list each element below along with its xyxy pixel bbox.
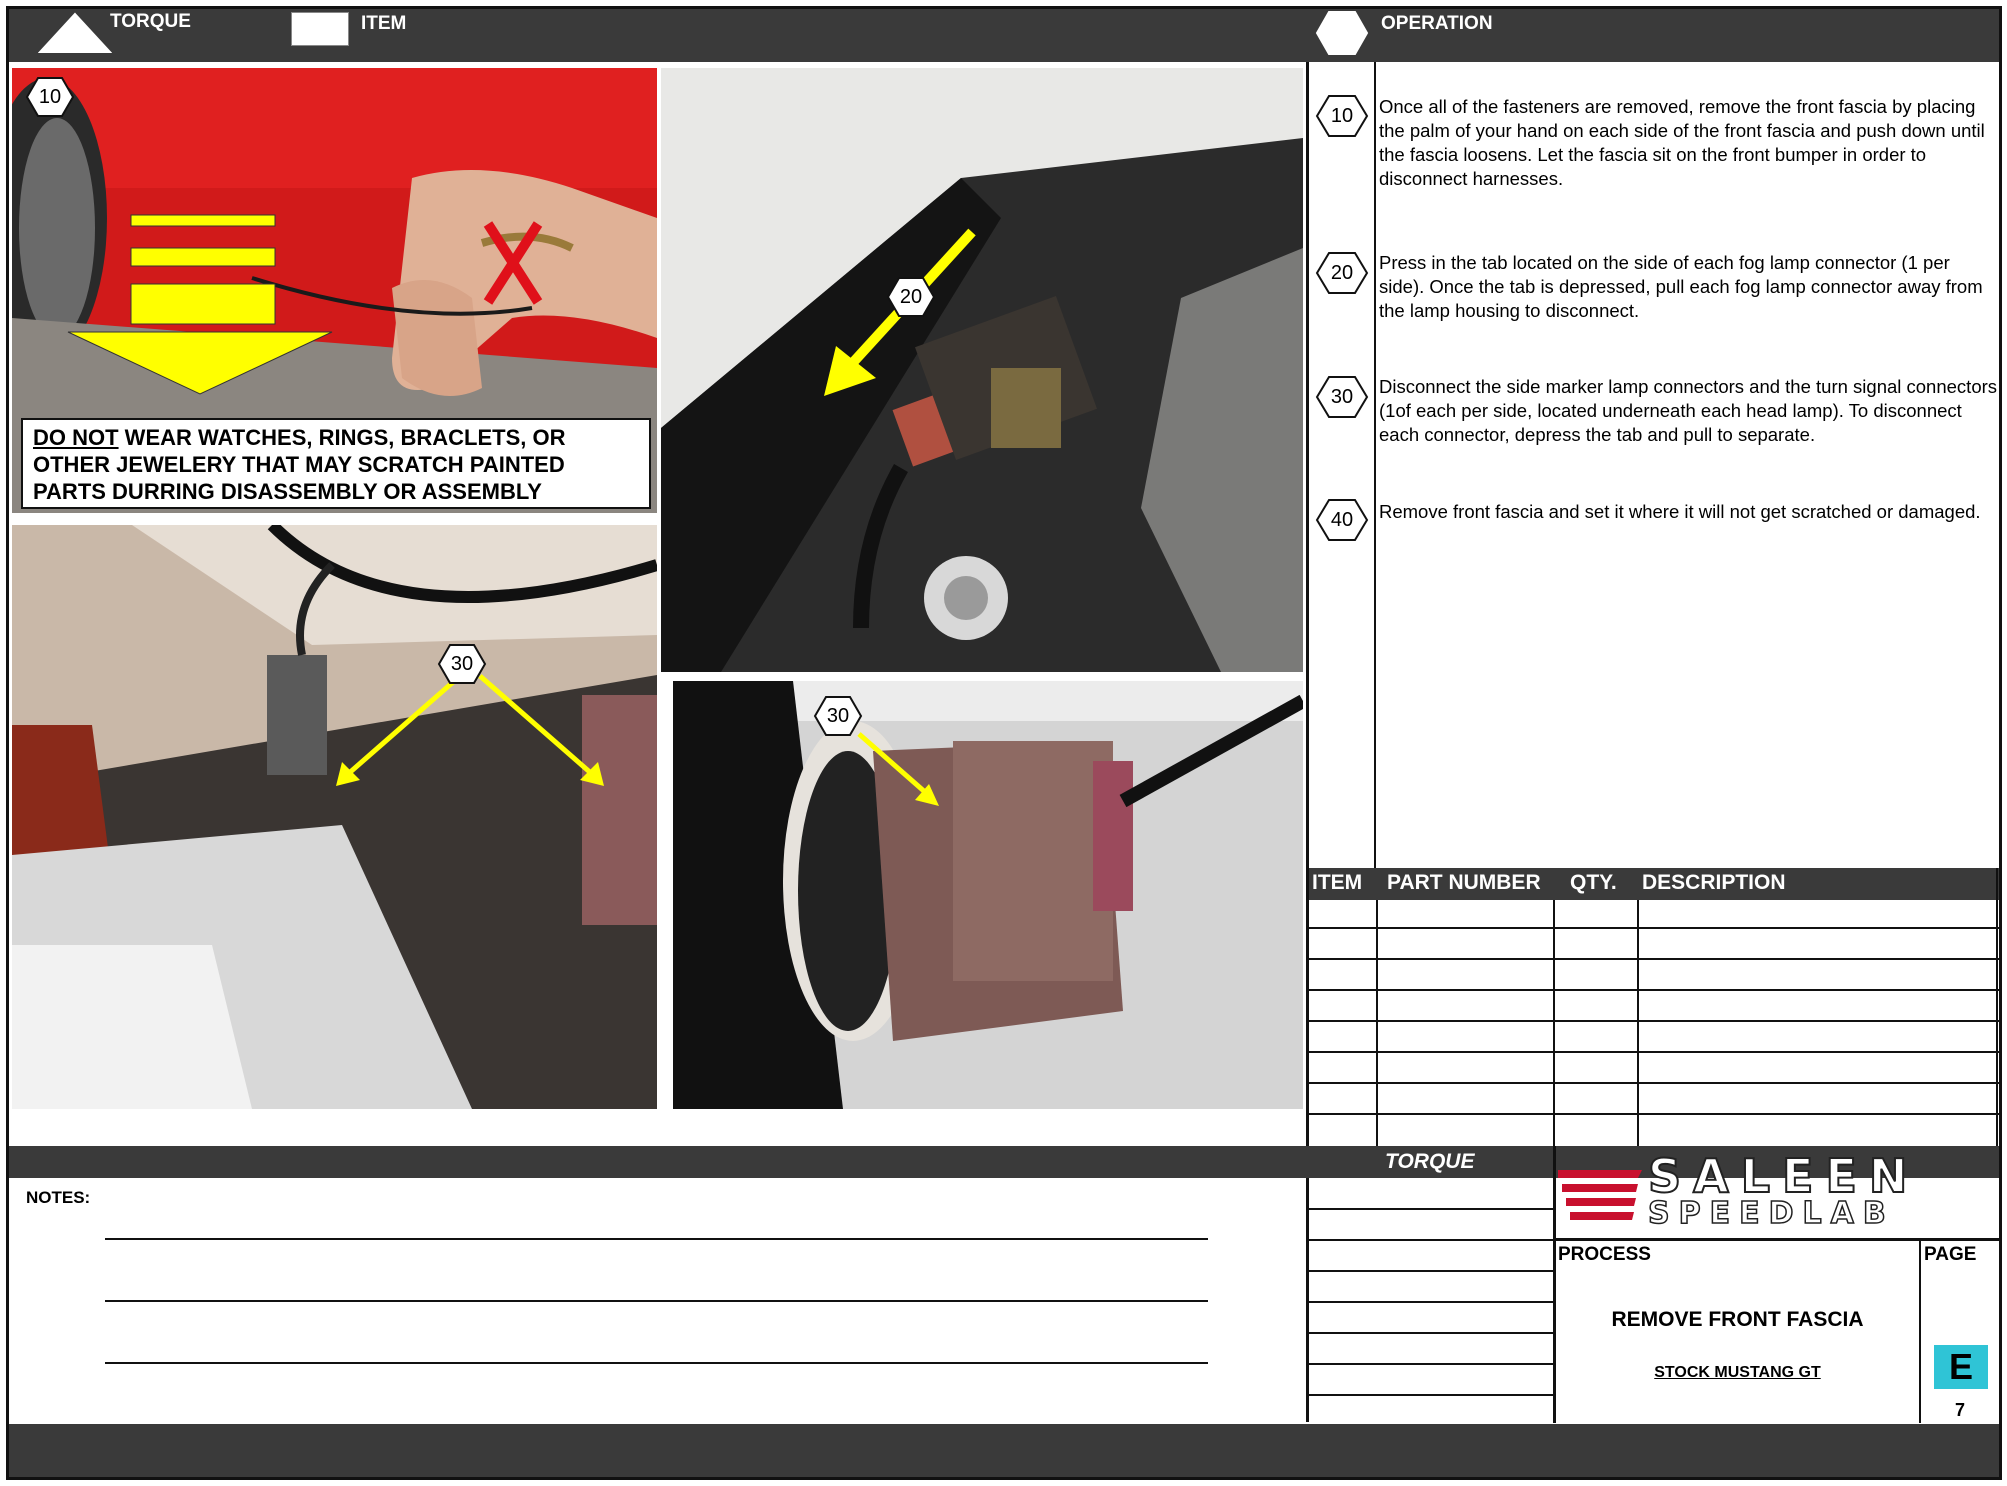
photo-fog-lamp-connector	[661, 68, 1303, 672]
page-label: PAGE	[1924, 1244, 1977, 1265]
brand-line2: SPEEDLAB	[1647, 1196, 1895, 1231]
photo1-callout-badge: 10	[25, 76, 75, 118]
photo-side-marker-connectors	[12, 525, 657, 1109]
header-torque-label: TORQUE	[110, 11, 191, 32]
photo4-callout-number: 30	[826, 704, 850, 727]
page-divider	[1919, 1238, 1921, 1423]
operation-10-number: 10	[1330, 104, 1354, 127]
process-subtitle: STOCK MUSTANG GT	[1654, 1364, 1821, 1381]
operation-hexagon-icon	[1315, 11, 1369, 55]
parts-col-description: DESCRIPTION	[1642, 871, 1786, 894]
operation-number-divider	[1374, 62, 1376, 868]
notes-line-1	[105, 1238, 1208, 1240]
photo2-callout-number: 20	[899, 285, 923, 308]
operation-10-badge: 10	[1315, 94, 1369, 138]
process-label: PROCESS	[1558, 1244, 1651, 1265]
header-operation-label: OPERATION	[1381, 13, 1493, 34]
photo4-callout-badge: 30	[813, 695, 863, 737]
operation-40-text: Remove front fascia and set it where it …	[1379, 501, 1981, 522]
parts-col-item: ITEM	[1312, 871, 1363, 894]
notes-label: NOTES:	[26, 1188, 91, 1207]
no-jewelry-cross-icon	[483, 221, 543, 305]
operation-30-number: 30	[1330, 385, 1354, 408]
operation-40-badge: 40	[1315, 498, 1369, 542]
operation-10-text: Once all of the fasteners are removed, r…	[1379, 96, 1985, 189]
footer-torque-label: TORQUE	[1385, 1150, 1475, 1173]
operation-20-text: Press in the tab located on the side of …	[1379, 252, 1983, 321]
saleen-speedlab-logo: SALEEN SPEEDLAB	[1556, 1150, 1999, 1238]
warning-emphasis: DO NOT	[33, 425, 119, 450]
notes-line-3	[105, 1362, 1208, 1364]
page-letter-badge: E	[1934, 1345, 1988, 1389]
photo3-callout-number: 30	[450, 652, 474, 675]
parts-col-part-number: PART NUMBER	[1387, 871, 1541, 894]
process-title: REMOVE FRONT FASCIA	[1611, 1308, 1864, 1331]
operation-20-badge: 20	[1315, 251, 1369, 295]
photo-turn-signal-connector	[673, 681, 1303, 1109]
photo1-callout-number: 10	[38, 85, 62, 108]
photo3-pointer-arrows-icon	[336, 674, 604, 786]
photo4-pointer-arrow-icon	[857, 732, 939, 806]
operation-40-number: 40	[1330, 508, 1354, 531]
operation-20-number: 20	[1330, 261, 1354, 284]
page-letter: E	[1948, 1346, 1973, 1387]
notes-line-2	[105, 1300, 1208, 1302]
operation-30-badge: 30	[1315, 375, 1369, 419]
press-down-arrow-icon	[67, 214, 333, 395]
item-square-icon	[291, 12, 349, 46]
operations-divider	[1306, 62, 1309, 1422]
header-item-label: ITEM	[361, 13, 407, 34]
photo3-callout-badge: 30	[437, 643, 487, 685]
operation-30-text: Disconnect the side marker lamp connecto…	[1379, 376, 1998, 445]
logo-divider	[1553, 1238, 1999, 1241]
parts-col-qty: QTY.	[1570, 871, 1617, 894]
torque-triangle-icon	[38, 12, 112, 53]
jewelry-warning-box: DO NOT WEAR WATCHES, RINGS, BRACLETS, OR…	[21, 418, 651, 509]
bottom-bar	[9, 1424, 1999, 1477]
page-number: 7	[1954, 1400, 1965, 1420]
photo2-callout-badge: 20	[886, 276, 936, 318]
brand-line1: SALEEN	[1647, 1149, 1920, 1203]
